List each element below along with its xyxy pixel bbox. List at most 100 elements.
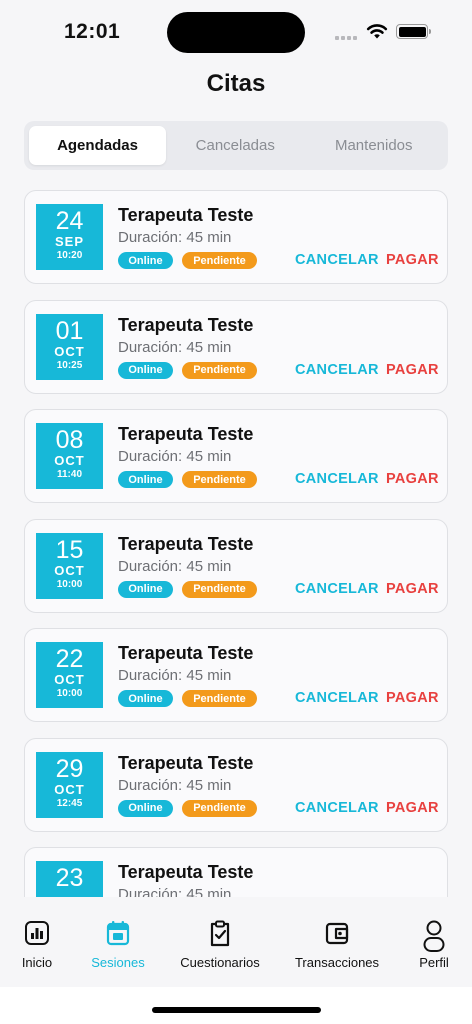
- appointment-time: 12:45: [56, 797, 83, 809]
- page-title: Citas: [206, 70, 266, 97]
- cancel-button[interactable]: CANCELAR: [295, 581, 379, 597]
- appointment-date: 01 OCT 10:25: [36, 313, 103, 380]
- appointment-card[interactable]: 15 OCT 10:00 Terapeuta Teste Duración: 45 mi…: [24, 518, 448, 613]
- tabbar-label: Sesiones: [91, 955, 145, 970]
- battery-icon: [396, 24, 431, 39]
- therapist-name: Terapeuta Teste: [118, 424, 254, 444]
- tabbar-label: Inicio: [21, 955, 53, 970]
- cancel-button[interactable]: CANCELAR: [295, 252, 379, 268]
- pay-button[interactable]: PAGAR: [386, 471, 439, 487]
- user-icon: [423, 920, 445, 952]
- appointment-day: 22: [55, 645, 84, 673]
- tabbar-item-cuestionarios[interactable]: Cuestionarios: [177, 919, 263, 970]
- home-area: [0, 987, 472, 1024]
- calendar-icon: [106, 921, 130, 946]
- cancel-button[interactable]: CANCELAR: [295, 800, 379, 816]
- appointment-duration: Duración: 45 min: [118, 229, 232, 246]
- tabbar-item-sesiones[interactable]: Sesiones: [89, 919, 147, 970]
- appointment-card[interactable]: 22 OCT 10:00 Terapeuta Teste Duración: 45 mi…: [24, 628, 448, 722]
- status-badge: Pendiente: [182, 252, 257, 269]
- home-indicator[interactable]: [152, 1007, 321, 1013]
- appointment-duration: Duración: 45 min: [118, 557, 232, 575]
- chart-icon: [25, 921, 49, 945]
- appointment-month: OCT: [54, 781, 85, 797]
- appointment-duration: Duración: 45 min: [118, 776, 232, 794]
- appointment-card[interactable]: 08 OCT 11:40 Terapeuta Teste Duración: 45 mi…: [24, 409, 448, 503]
- appointment-date: 08 OCT 11:40: [36, 423, 103, 489]
- mode-badge: Online: [118, 580, 173, 598]
- appointment-month: OCT: [54, 343, 85, 359]
- appointment-date: 22 OCT 10:00: [36, 642, 103, 708]
- therapist-name: Terapeuta Teste: [118, 205, 254, 225]
- tabbar-label: Cuestionarios: [180, 955, 260, 970]
- clipboard-check-icon: [210, 920, 230, 947]
- cancel-button[interactable]: CANCELAR: [295, 690, 379, 706]
- appointment-day: 01: [55, 316, 84, 345]
- status-badge: Pendiente: [182, 361, 257, 379]
- tabbar-item-transacciones[interactable]: Transacciones: [292, 919, 382, 970]
- appointment-month: SEP: [54, 234, 84, 249]
- status-badge: Pendiente: [182, 690, 257, 707]
- therapist-name: Terapeuta Teste: [118, 643, 254, 663]
- pay-button[interactable]: PAGAR: [386, 362, 439, 378]
- pay-button[interactable]: PAGAR: [386, 800, 439, 816]
- appointment-day: 15: [55, 535, 84, 564]
- tab-mantenidos[interactable]: Mantenidos: [305, 126, 444, 165]
- appointment-month: OCT: [54, 453, 85, 468]
- appointment-duration: Duración: 45 min: [118, 667, 232, 684]
- appointment-card[interactable]: 24 SEP 10:20 Terapeuta Teste Duración: 45 mi…: [24, 190, 448, 284]
- status-badge: Pendiente: [182, 471, 257, 488]
- appointment-day: 24: [55, 207, 84, 235]
- bottom-tab-bar: Inicio Sesiones Cuestionarios Transaccio…: [0, 897, 472, 987]
- mode-badge: Online: [118, 799, 173, 817]
- appointment-day: 08: [55, 426, 84, 454]
- tabbar-item-perfil[interactable]: Perfil: [417, 919, 451, 970]
- appointment-duration: Duración: 45 min: [118, 886, 232, 897]
- appointment-date: 15 OCT 10:00: [36, 532, 103, 599]
- tab-agendadas[interactable]: Agendadas: [29, 126, 166, 165]
- pay-button[interactable]: PAGAR: [386, 690, 439, 706]
- status-badge: Pendiente: [182, 799, 257, 817]
- wallet-icon: [325, 922, 349, 945]
- appointment-filter-tabs: Agendadas Canceladas Mantenidos: [24, 121, 448, 170]
- mode-badge: Online: [118, 361, 173, 379]
- appointment-month: OCT: [54, 672, 85, 687]
- status-badge: Pendiente: [182, 580, 257, 598]
- tabbar-item-inicio[interactable]: Inicio: [18, 919, 56, 970]
- mode-badge: Online: [118, 471, 173, 488]
- appointment-date: 24 SEP 10:20: [36, 204, 103, 270]
- appointment-time: 10:00: [56, 688, 83, 699]
- therapist-name: Terapeuta Teste: [118, 752, 254, 773]
- therapist-name: Terapeuta Teste: [118, 533, 254, 554]
- appointment-card[interactable]: 23 Terapeuta Teste Duración: 45 min: [24, 847, 448, 897]
- cancel-button[interactable]: CANCELAR: [295, 362, 379, 378]
- appointment-day: 23: [55, 864, 84, 892]
- appointment-time: 10:00: [56, 578, 83, 590]
- appointment-time: 10:20: [56, 250, 83, 261]
- appointment-day: 29: [55, 754, 84, 783]
- status-time: 12:01: [64, 20, 121, 43]
- cellular-signal-icon: [335, 36, 357, 40]
- tabbar-label: Perfil: [419, 955, 449, 970]
- pay-button[interactable]: PAGAR: [386, 581, 439, 597]
- appointment-month: OCT: [54, 562, 85, 578]
- therapist-name: Terapeuta Teste: [118, 862, 254, 882]
- appointment-time: 11:40: [56, 469, 83, 480]
- cancel-button[interactable]: CANCELAR: [295, 471, 379, 487]
- mode-badge: Online: [118, 690, 173, 707]
- appointment-duration: Duración: 45 min: [118, 338, 232, 356]
- appointment-list[interactable]: 24 SEP 10:20 Terapeuta Teste Duración: 45 mi…: [24, 190, 448, 897]
- appointment-date: 23: [36, 861, 103, 897]
- appointment-duration: Duración: 45 min: [118, 448, 232, 465]
- appointment-date: 29 OCT 12:45: [36, 751, 103, 818]
- appointment-time: 10:25: [56, 359, 83, 371]
- therapist-name: Terapeuta Teste: [118, 314, 254, 335]
- mode-badge: Online: [118, 252, 173, 269]
- appointment-card[interactable]: 01 OCT 10:25 Terapeuta Teste Duración: 45 mi…: [24, 299, 448, 394]
- status-bar: 12:01: [0, 0, 472, 64]
- wifi-icon: [366, 24, 388, 39]
- pay-button[interactable]: PAGAR: [386, 252, 439, 268]
- dynamic-island: [167, 12, 305, 53]
- appointment-card[interactable]: 29 OCT 12:45 Terapeuta Teste Duración: 45 mi…: [24, 737, 448, 832]
- tab-canceladas[interactable]: Canceladas: [166, 126, 305, 165]
